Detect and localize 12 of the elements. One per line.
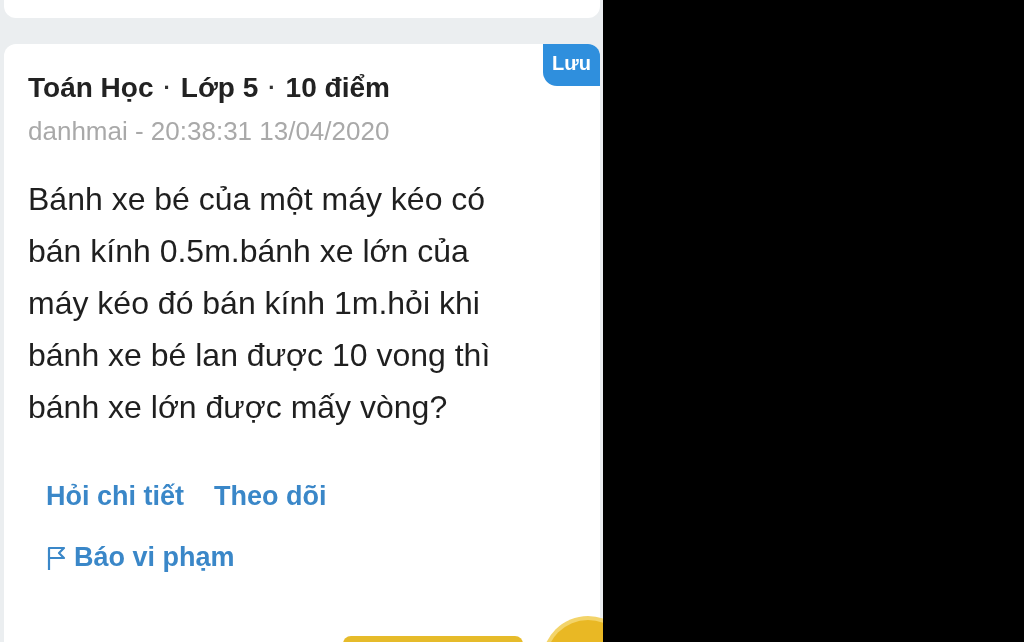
action-link[interactable]: Hỏi chi tiết (46, 481, 184, 512)
flag-icon (46, 544, 68, 571)
tag-label: Toán Học (28, 72, 154, 104)
separator-dot: · (163, 75, 171, 101)
tag-label: 10 điểm (285, 72, 390, 104)
post-meta: danhmai - 20:38:31 13/04/2020 (28, 116, 391, 147)
save-button[interactable]: Lưu (543, 44, 600, 86)
separator-dot: · (268, 75, 276, 101)
tag-label: Lớp 5 (180, 72, 259, 104)
report-link[interactable]: Báo vi phạm (74, 542, 235, 573)
question-text: Bánh xe bé của một máy kéo có bán kính 0.5m.bánh xe lớn của máy kéo đó bán kính 1m.hỏi khi bánh xe bé lan được 10 vong thì bánh xe lớn được mấy vòng? (28, 180, 492, 427)
action-link[interactable]: Theo dõi (214, 481, 327, 512)
